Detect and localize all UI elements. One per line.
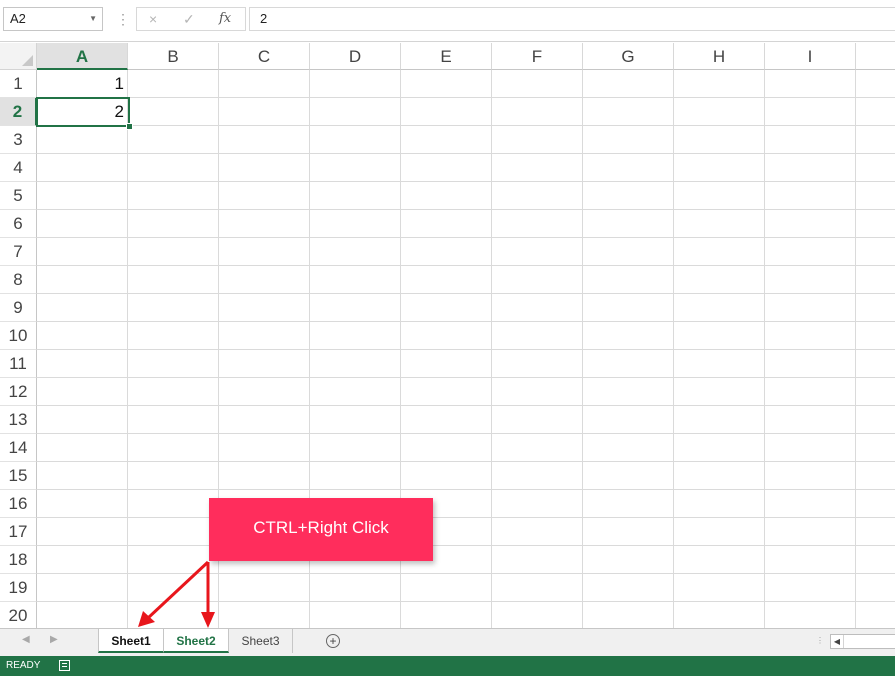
column-header-d[interactable]: D (310, 43, 401, 70)
select-all-icon (22, 55, 33, 66)
scroll-tabs-left-icon[interactable]: ◀ (22, 634, 30, 645)
select-all-button[interactable] (0, 43, 37, 70)
row-header-13[interactable]: 13 (0, 406, 37, 434)
row-header-14[interactable]: 14 (0, 434, 37, 462)
row-header-15[interactable]: 15 (0, 462, 37, 490)
cell-a1[interactable]: 1 (37, 70, 128, 98)
macro-recording-icon[interactable] (59, 660, 70, 671)
status-bar: READY (0, 656, 895, 676)
gridline-horizontal (37, 517, 895, 518)
gridline-horizontal (37, 293, 895, 294)
row-header-6[interactable]: 6 (0, 210, 37, 238)
formula-bar-buttons: × ✓ fx (136, 7, 246, 31)
gridline-horizontal (37, 181, 895, 182)
tab-sheet2[interactable]: Sheet2 (163, 629, 229, 653)
column-header-h[interactable]: H (674, 43, 765, 70)
gridline-horizontal (37, 601, 895, 602)
row-header-20[interactable]: 20 (0, 602, 37, 628)
column-header-partial[interactable] (856, 43, 895, 70)
row-header-16[interactable]: 16 (0, 490, 37, 518)
column-header-e[interactable]: E (401, 43, 492, 70)
column-header-f[interactable]: F (492, 43, 583, 70)
status-mode: READY (6, 660, 41, 671)
row-header-8[interactable]: 8 (0, 266, 37, 294)
row-header-1[interactable]: 1 (0, 70, 37, 98)
row-header-9[interactable]: 9 (0, 294, 37, 322)
gridline-horizontal (37, 321, 895, 322)
hscroll-grip-icon[interactable]: ⋮ (816, 636, 824, 645)
row-header-17[interactable]: 17 (0, 518, 37, 546)
gridline-horizontal (37, 573, 895, 574)
gridline-horizontal (37, 97, 895, 98)
enter-icon[interactable]: ✓ (183, 10, 195, 28)
row-header-18[interactable]: 18 (0, 546, 37, 574)
column-header-i[interactable]: I (765, 43, 856, 70)
row-header-7[interactable]: 7 (0, 238, 37, 266)
active-cell-selection (36, 97, 130, 127)
cancel-icon[interactable]: × (149, 10, 157, 28)
row-header-3[interactable]: 3 (0, 126, 37, 154)
formula-input[interactable]: 2 (249, 7, 895, 31)
name-box[interactable]: A2 ▼ (3, 7, 103, 31)
gridline-horizontal (37, 489, 895, 490)
gridline-horizontal (37, 125, 895, 126)
scroll-tabs-right-icon[interactable]: ▶ (50, 634, 58, 645)
sheet-tab-bar: ◀ ▶ Sheet1 Sheet2 Sheet3 + ⋮ ◀ (0, 628, 895, 656)
add-sheet-icon[interactable]: + (326, 634, 340, 648)
insert-function-icon[interactable]: fx (219, 10, 231, 28)
row-header-11[interactable]: 11 (0, 350, 37, 378)
name-box-value: A2 (10, 11, 26, 26)
gridline-horizontal (37, 209, 895, 210)
row-header-19[interactable]: 19 (0, 574, 37, 602)
column-header-c[interactable]: C (219, 43, 310, 70)
gridline-horizontal (37, 461, 895, 462)
tab-sheet3[interactable]: Sheet3 (229, 629, 293, 653)
gridline-horizontal (37, 153, 895, 154)
annotation-callout: CTRL+Right Click (209, 498, 433, 561)
formula-bar: A2 ▼ ⋮ × ✓ fx 2 (0, 0, 895, 42)
row-header-4[interactable]: 4 (0, 154, 37, 182)
tab-sheet1[interactable]: Sheet1 (98, 629, 164, 653)
gridline-horizontal (37, 405, 895, 406)
fill-handle[interactable] (126, 123, 133, 130)
horizontal-scrollbar[interactable]: ◀ (830, 634, 895, 649)
name-box-dropdown-icon[interactable]: ▼ (89, 8, 97, 30)
gridline-horizontal (37, 377, 895, 378)
row-header-2[interactable]: 2 (0, 98, 37, 126)
column-header-a[interactable]: A (37, 43, 128, 70)
row-header-5[interactable]: 5 (0, 182, 37, 210)
gridline-horizontal (37, 433, 895, 434)
spreadsheet-grid[interactable]: ABCDEFGHI 1 2 3 4 5 6 7 8 9 10 11 12 13 14 15 16 17 18 19 2… (0, 43, 895, 628)
gridline-horizontal (37, 545, 895, 546)
formula-bar-grip-icon[interactable]: ⋮ (116, 10, 130, 28)
gridline-horizontal (37, 265, 895, 266)
column-header-g[interactable]: G (583, 43, 674, 70)
scroll-left-icon[interactable]: ◀ (831, 635, 844, 648)
column-header-b[interactable]: B (128, 43, 219, 70)
row-header-10[interactable]: 10 (0, 322, 37, 350)
gridline-horizontal (37, 349, 895, 350)
row-header-12[interactable]: 12 (0, 378, 37, 406)
gridline-horizontal (37, 237, 895, 238)
